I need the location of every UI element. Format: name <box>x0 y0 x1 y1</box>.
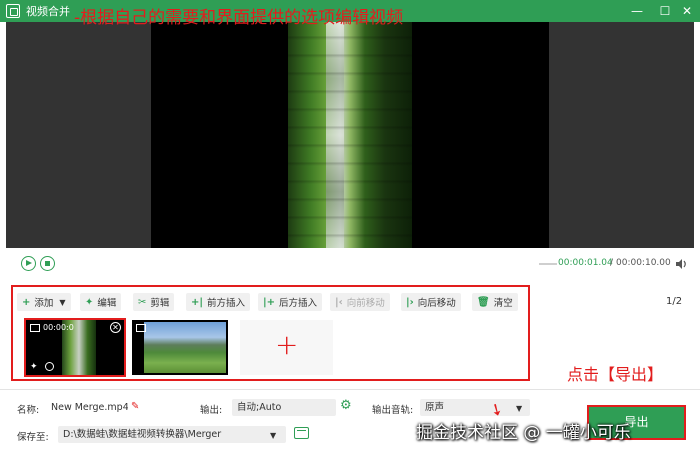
video-preview <box>6 22 694 248</box>
name-field[interactable]: New Merge.mp4 <box>46 399 128 416</box>
save-to-label: 保存至: <box>17 432 49 443</box>
dropdown-caret-icon: ▼ <box>59 297 66 307</box>
plus-icon: + <box>275 328 299 361</box>
plus-icon: + <box>22 296 31 308</box>
progress-slider[interactable] <box>539 263 557 265</box>
chevron-down-icon: ▼ <box>270 431 277 440</box>
export-hint-annotation: 点击【导出】 <box>567 365 664 384</box>
insert-before-icon: +| <box>191 296 204 308</box>
close-button[interactable]: ✕ <box>674 0 700 22</box>
clear-button[interactable]: 🗑 清空 <box>472 293 518 311</box>
playback-controls: 00:00:01.04 / 00:00:10.00 <box>6 250 694 278</box>
insert-after-label: 后方插入 <box>279 298 318 309</box>
move-forward-icon: |‹ <box>335 296 343 308</box>
output-label: 输出: <box>200 405 223 416</box>
volume-icon[interactable] <box>674 257 688 271</box>
image-icon <box>136 324 146 332</box>
insert-before-button[interactable]: +| 前方插入 <box>186 293 251 311</box>
move-backward-button[interactable]: |› 向后移动 <box>401 293 461 311</box>
clip-preview <box>144 322 226 373</box>
move-forward-button[interactable]: |‹ 向前移动 <box>330 293 390 311</box>
total-time: 00:00:10.00 <box>616 258 671 268</box>
output-format-field[interactable]: 自动;Auto <box>232 399 336 416</box>
name-label: 名称: <box>17 405 40 416</box>
audio-track-select[interactable]: 原声 <box>420 399 530 416</box>
play-icon <box>26 260 32 266</box>
clip-thumbnail-1[interactable]: 00:00:0 ✕ ✦ <box>24 318 126 377</box>
insert-after-icon: |+ <box>263 296 276 308</box>
add-clip-button[interactable]: + <box>240 320 333 375</box>
minimize-button[interactable]: — <box>624 0 650 22</box>
edit-label: 编辑 <box>97 298 117 309</box>
close-icon[interactable]: ✕ <box>110 322 121 333</box>
current-time: 00:00:01.04 <box>558 258 613 268</box>
insert-before-label: 前方插入 <box>207 298 246 309</box>
insert-after-button[interactable]: |+ 后方插入 <box>258 293 323 311</box>
magic-wand-icon: ✦ <box>85 296 94 308</box>
clear-label: 清空 <box>493 298 513 309</box>
chevron-down-icon: ▼ <box>516 404 523 413</box>
app-logo-icon <box>6 4 20 18</box>
folder-icon[interactable] <box>294 427 309 439</box>
page-indicator: 1/2 <box>666 296 683 307</box>
stop-icon <box>44 260 50 266</box>
clock-icon[interactable] <box>45 362 54 371</box>
trash-icon: 🗑 <box>477 296 490 308</box>
window-title: 视频合并 <box>26 5 70 18</box>
add-button[interactable]: + 添加 ▼ <box>17 293 71 311</box>
clip-time: 00:00:0 <box>43 323 74 332</box>
trim-label: 剪辑 <box>150 298 170 309</box>
move-backward-label: 向后移动 <box>417 298 456 309</box>
scissors-icon: ✂ <box>138 296 147 308</box>
stop-button[interactable] <box>40 256 55 271</box>
video-content <box>288 22 412 248</box>
edit-button[interactable]: ✦ 编辑 <box>80 293 122 311</box>
video-frame <box>151 22 549 248</box>
trim-button[interactable]: ✂ 剪辑 <box>133 293 175 311</box>
add-label: 添加 <box>34 298 54 309</box>
pencil-icon[interactable]: ✎ <box>131 401 139 412</box>
move-backward-icon: |› <box>406 296 414 308</box>
time-separator: / <box>610 258 614 268</box>
edit-hint-annotation: -根据自己的需要和界面提供的选项编辑视频 <box>74 8 404 28</box>
save-path-field[interactable]: D:\数据蛙\数据蛙视频转换器\Merger <box>58 426 286 443</box>
audio-track-label: 输出音轨: <box>372 405 414 416</box>
play-button[interactable] <box>21 256 36 271</box>
divider <box>0 389 700 390</box>
gear-icon[interactable]: ⚙ <box>340 398 352 413</box>
magic-wand-icon[interactable]: ✦ <box>30 362 38 372</box>
image-icon <box>30 324 40 332</box>
watermark: 掘金技术社区 @ 一罐小可乐 <box>416 423 631 443</box>
clip-thumbnail-2[interactable] <box>132 320 228 375</box>
move-forward-label: 向前移动 <box>346 298 385 309</box>
